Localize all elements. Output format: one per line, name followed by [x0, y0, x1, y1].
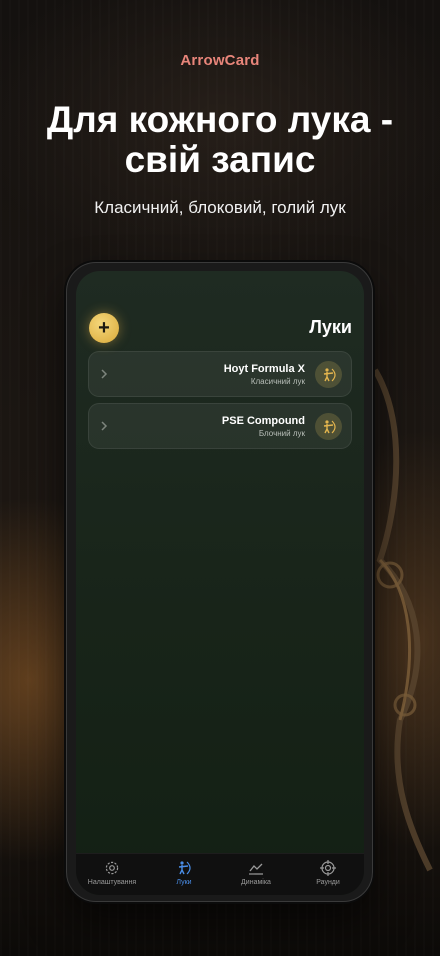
- tab-label: Раунди: [316, 879, 340, 886]
- bow-list-item[interactable]: Hoyt Formula X Класичний лук: [88, 351, 352, 397]
- bow-name: Hoyt Formula X: [223, 363, 305, 375]
- tab-label: Луки: [176, 879, 192, 886]
- brand-title: ArrowCard: [180, 52, 260, 69]
- bow-list-item[interactable]: PSE Compound Блочний лук: [88, 403, 352, 449]
- bow-type: Класичний лук: [250, 377, 305, 386]
- archer-icon: [315, 361, 342, 388]
- tab-rounds[interactable]: Раунди: [292, 860, 364, 886]
- tab-bar: Налаштування Луки Динаміка Раунди: [76, 853, 364, 895]
- page-title: Луки: [309, 317, 352, 337]
- phone-frame: + Луки Hoyt Formula X Класичний лук PSE …: [66, 262, 373, 902]
- subheadline: Класичний, блоковий, голий лук: [94, 198, 346, 217]
- tab-bows[interactable]: Луки: [148, 860, 220, 886]
- target-icon: [320, 860, 336, 876]
- tab-label: Динаміка: [241, 879, 271, 886]
- archer-icon: [315, 413, 342, 440]
- tab-dynamics[interactable]: Динаміка: [220, 860, 292, 886]
- chevron-right-icon: [101, 421, 108, 431]
- archer-icon: [178, 861, 191, 875]
- bow-name: PSE Compound: [221, 415, 305, 427]
- headline-line-1: Для кожного лука -: [46, 99, 394, 140]
- chevron-right-icon: [101, 369, 108, 379]
- tab-label: Налаштування: [87, 879, 137, 886]
- add-bow-button[interactable]: +: [89, 313, 119, 343]
- headline-line-2: свій запис: [124, 139, 316, 180]
- chart-icon: [249, 863, 263, 875]
- tab-settings[interactable]: Налаштування: [76, 860, 148, 886]
- plus-icon: +: [98, 316, 110, 339]
- app-screen: + Луки Hoyt Formula X Класичний лук PSE …: [76, 271, 364, 895]
- headline: Для кожного лука - свій запис: [0, 100, 440, 180]
- bow-type: Блочний лук: [258, 429, 305, 438]
- gear-icon: [105, 861, 119, 875]
